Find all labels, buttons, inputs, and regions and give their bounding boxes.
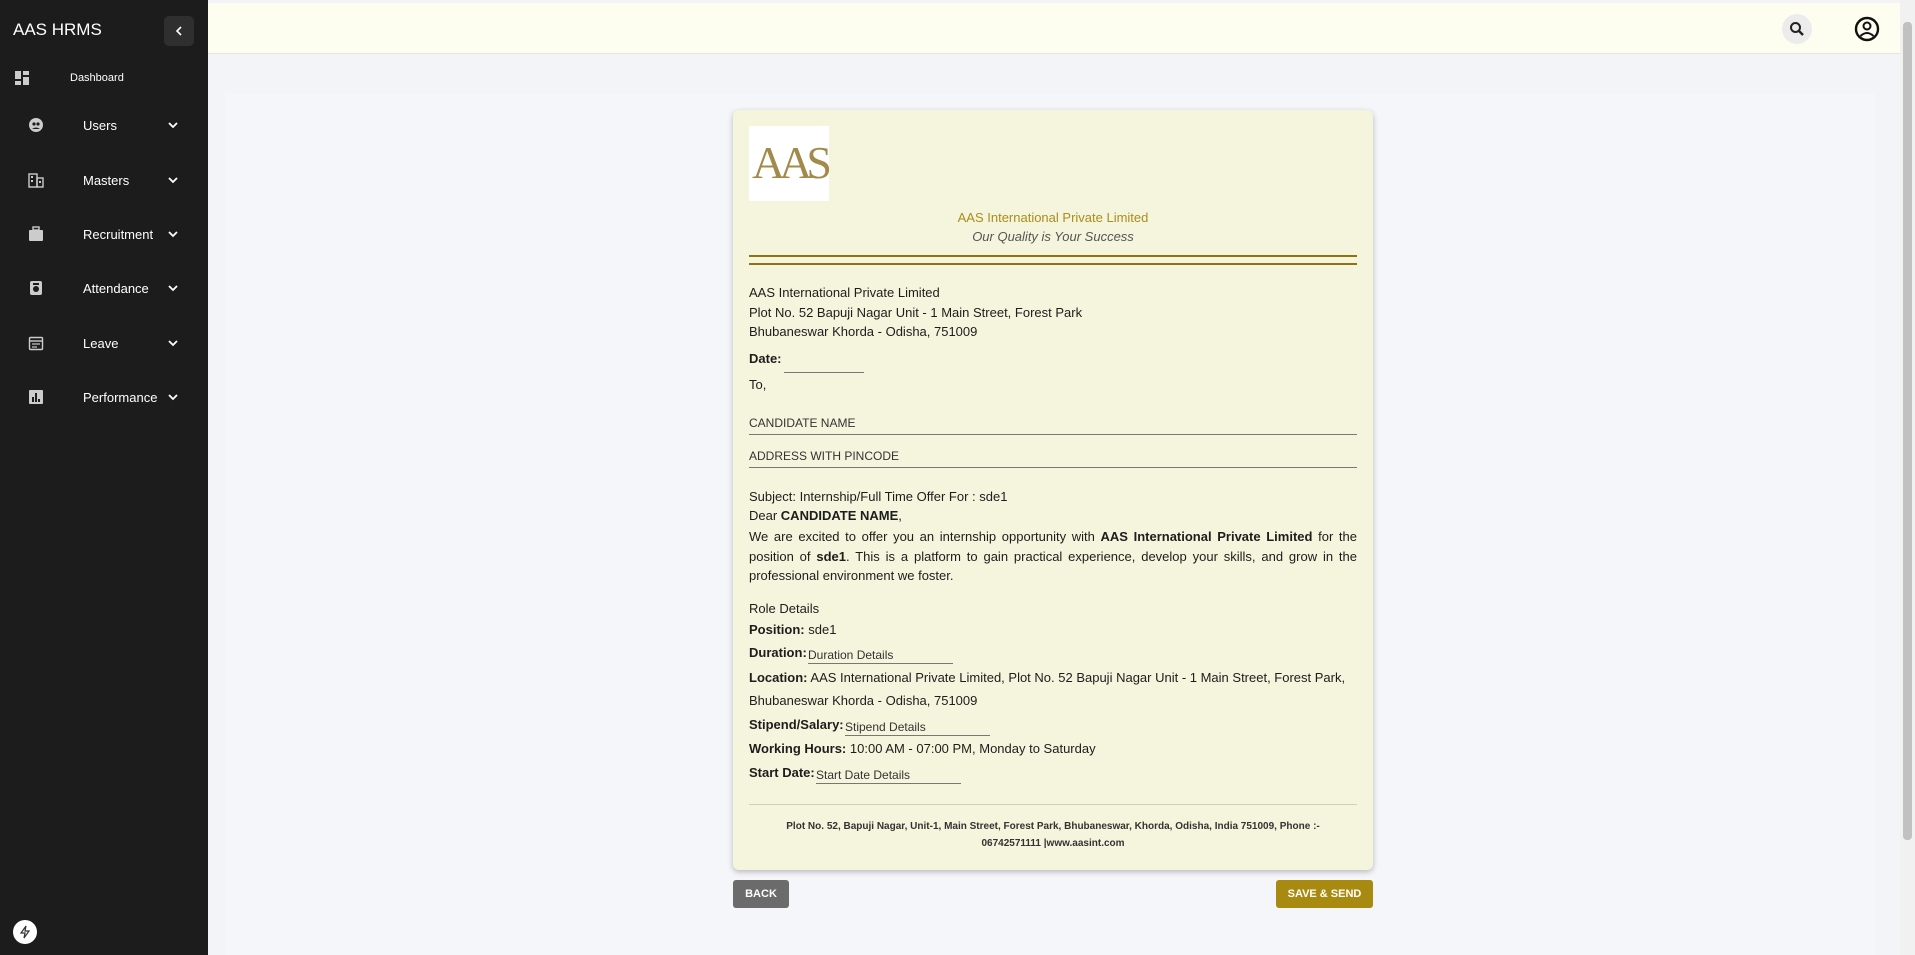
svg-text:AAS: AAS — [752, 137, 829, 188]
save-and-send-button[interactable]: SAVE & SEND — [1276, 880, 1373, 908]
collapse-sidebar-button[interactable] — [164, 16, 194, 46]
chevron-down-icon — [168, 394, 178, 401]
start-date-field[interactable]: Start Date Details — [816, 766, 961, 784]
chevron-down-icon — [168, 285, 178, 292]
chevron-down-icon — [168, 177, 178, 184]
chevron-down-icon — [168, 340, 178, 347]
top-app-bar — [208, 3, 1900, 54]
dashboard-icon — [13, 69, 31, 87]
sidebar-item-performance[interactable]: Performance — [0, 377, 208, 417]
page-scrollbar[interactable] — [1900, 0, 1915, 955]
to-label: To, — [749, 377, 767, 392]
divider — [749, 263, 1357, 265]
bolt-icon[interactable] — [13, 920, 37, 944]
search-button[interactable] — [1782, 14, 1812, 44]
sender-address-line: Bhubaneswar Khorda - Odisha, 751009 — [749, 324, 978, 339]
divider — [749, 804, 1357, 805]
letterhead-tagline: Our Quality is Your Success — [972, 229, 1134, 244]
chevron-left-icon — [175, 26, 182, 36]
sidebar-item-label: Recruitment — [83, 226, 154, 242]
date-field[interactable] — [784, 355, 864, 373]
company-logo: AAS — [749, 126, 835, 201]
sender-address-line: AAS International Private Limited — [749, 285, 940, 300]
sender-address-line: Plot No. 52 Bapuji Nagar Unit - 1 Main S… — [749, 305, 1083, 320]
sidebar-item-leave[interactable]: Leave — [0, 323, 208, 363]
stipend-field[interactable]: Stipend Details — [845, 718, 990, 736]
back-button[interactable]: BACK — [733, 880, 789, 908]
users-icon — [27, 116, 45, 134]
sidebar-item-label: Users — [83, 117, 117, 133]
candidate-name-field[interactable]: CANDIDATE NAME — [749, 412, 1357, 435]
scrollbar-thumb[interactable] — [1903, 22, 1912, 840]
salutation: Dear CANDIDATE NAME, — [749, 508, 902, 523]
account-button[interactable] — [1852, 14, 1882, 44]
sidebar-item-label: Leave — [83, 335, 119, 351]
working-hours-row: Working Hours: 10:00 AM - 07:00 PM, Mond… — [749, 741, 1096, 756]
stipend-placeholder: Stipend Details — [845, 720, 926, 734]
sidebar-item-masters[interactable]: Masters — [0, 160, 208, 200]
role-details-title: Role Details — [749, 601, 820, 616]
offer-body-paragraph: We are excited to offer you an internshi… — [749, 529, 1358, 583]
sidebar-item-label: Performance — [83, 389, 158, 405]
sidebar-item-label: Attendance — [83, 280, 149, 296]
sidebar-item-dashboard[interactable]: Dashboard — [0, 58, 208, 98]
account-circle-icon — [1854, 16, 1880, 42]
search-icon — [1790, 22, 1804, 36]
location-row-continued: Bhubaneswar Khorda - Odisha, 751009 — [749, 693, 978, 708]
calendar-icon — [27, 334, 45, 352]
duration-field[interactable]: Duration Details — [808, 646, 953, 664]
candidate-address-placeholder: ADDRESS WITH PINCODE — [749, 449, 900, 463]
start-date-label: Start Date: — [749, 765, 815, 780]
sidebar-item-recruitment[interactable]: Recruitment — [0, 214, 208, 254]
position-row: Position: sde1 — [749, 622, 837, 637]
briefcase-icon — [27, 225, 45, 243]
letter-footer: Plot No. 52, Bapuji Nagar, Unit-1, Main … — [786, 821, 1320, 849]
duration-placeholder: Duration Details — [808, 648, 894, 662]
candidate-name-placeholder: CANDIDATE NAME — [749, 416, 856, 430]
subject-line: Subject: Internship/Full Time Offer For … — [749, 489, 1008, 504]
candidate-address-field[interactable]: ADDRESS WITH PINCODE — [749, 445, 1357, 468]
divider — [749, 255, 1357, 257]
sidebar-item-label: Masters — [83, 172, 130, 188]
app-title: AAS HRMS — [13, 20, 102, 39]
location-row: Location: AAS International Private Limi… — [749, 670, 1346, 685]
sidebar: AAS HRMS Dashboard Users Masters Recruit… — [0, 0, 208, 955]
chevron-down-icon — [168, 231, 178, 238]
letterhead-company-name: AAS International Private Limited — [957, 210, 1149, 225]
sidebar-item-attendance[interactable]: Attendance — [0, 268, 208, 308]
duration-label: Duration: — [749, 645, 807, 660]
stipend-label: Stipend/Salary: — [749, 717, 844, 732]
sidebar-item-label: Dashboard — [70, 72, 124, 84]
chevron-down-icon — [168, 122, 178, 129]
sidebar-item-users[interactable]: Users — [0, 105, 208, 145]
chart-icon — [27, 388, 45, 406]
building-icon — [27, 171, 45, 189]
start-date-placeholder: Start Date Details — [816, 768, 911, 782]
attendance-icon — [27, 279, 45, 297]
date-label: Date: — [749, 351, 782, 366]
offer-letter-preview: AAS AAS International Private Limited Ou… — [733, 110, 1373, 870]
